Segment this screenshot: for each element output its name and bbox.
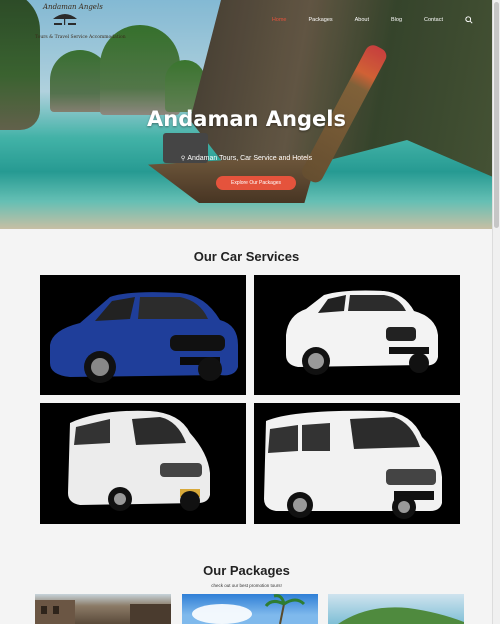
car-services-title: Our Car Services — [193, 249, 300, 264]
beach-umbrella-icon — [53, 14, 77, 25]
white-van-large-image — [264, 410, 442, 519]
hero-banner: Andaman Angels Tours & Travel Service Ac… — [0, 0, 493, 229]
blue-hatchback-image — [50, 292, 238, 383]
nav-blog[interactable]: Blog — [391, 17, 402, 23]
packages-subtitle: check out our best promotion tours! — [211, 583, 282, 588]
explore-packages-button[interactable]: Explore Our Packages — [216, 176, 296, 190]
nav-home[interactable]: Home — [272, 17, 287, 23]
package-card-beach[interactable] — [182, 594, 318, 624]
package-card-island[interactable] — [328, 594, 464, 624]
package-card-heritage[interactable] — [35, 594, 171, 624]
white-suv-image — [286, 290, 438, 375]
search-icon[interactable] — [465, 16, 473, 24]
packages-title: Our Packages — [203, 563, 290, 578]
white-van-small-image — [68, 410, 210, 511]
page-scrollbar[interactable] — [492, 0, 500, 624]
logo-title: Andaman Angels — [43, 3, 103, 11]
hero-title: Andaman Angels — [147, 107, 346, 131]
heritage-building-image — [35, 600, 171, 624]
palm-beach-image — [192, 594, 306, 624]
brand-logo[interactable]: Andaman Angels Tours & Travel Service Ac… — [35, 3, 126, 43]
car-tile-white-suv[interactable] — [254, 275, 460, 395]
hero-subtitle-text: Andaman Tours, Car Service and Hotels — [187, 155, 313, 162]
car-tile-blue-hatchback[interactable] — [40, 275, 246, 395]
nav-about[interactable]: About — [355, 17, 369, 23]
main-navigation: Home Packages About Blog Contact — [272, 16, 473, 24]
nav-packages[interactable]: Packages — [308, 17, 332, 23]
hero-subtitle: ⚲ Andaman Tours, Car Service and Hotels — [0, 155, 493, 162]
car-tile-white-van-large[interactable] — [254, 403, 460, 524]
nav-contact[interactable]: Contact — [424, 17, 443, 23]
logo-tagline: Tours & Travel Service Accommodation — [35, 35, 126, 40]
island-view-image — [338, 607, 464, 624]
car-tile-white-van-small[interactable] — [40, 403, 246, 524]
scrollbar-thumb[interactable] — [494, 2, 499, 228]
map-pin-icon: ⚲ — [180, 156, 186, 162]
